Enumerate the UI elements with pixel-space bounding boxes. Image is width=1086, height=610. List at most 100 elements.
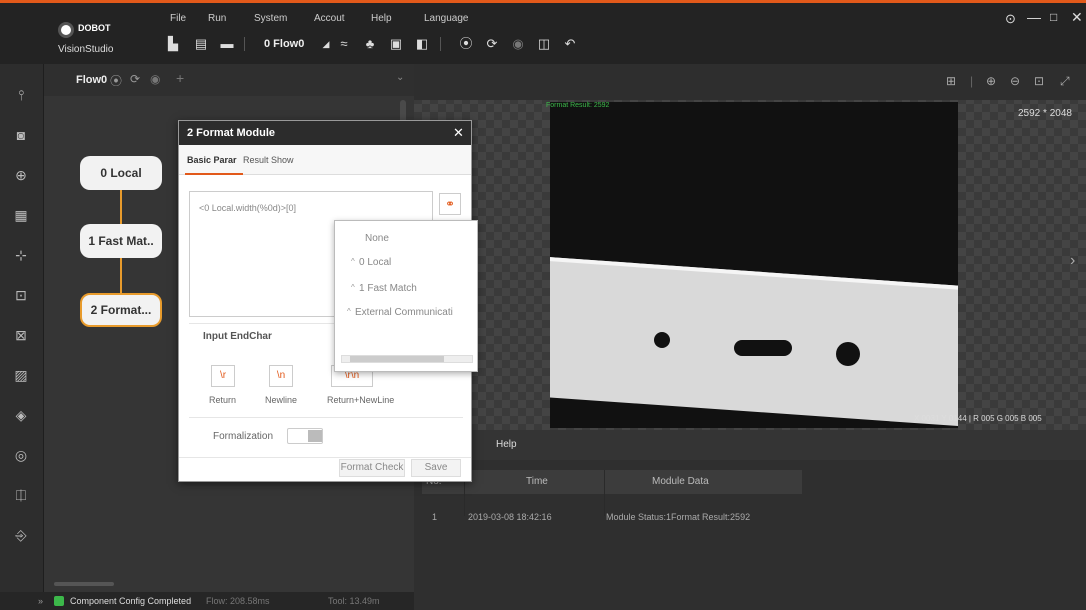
recognize-icon[interactable]: ⊡ (10, 284, 32, 306)
flow-node-fast-match[interactable]: 1 Fast Mat.. (80, 224, 162, 258)
return-button[interactable]: \r (211, 365, 235, 387)
communication-icon[interactable]: ♣ (362, 36, 378, 52)
dropdown-arrow-icon[interactable]: ◢ (318, 36, 334, 52)
tab-result-show[interactable]: Result Show (243, 155, 294, 165)
expand-caret-icon[interactable]: ^ (347, 307, 351, 316)
row-time: 2019-03-08 18:42:16 (468, 512, 552, 522)
title-bar: DOBOT VisionStudio File Run System Accou… (0, 0, 1086, 64)
tab-basic-param[interactable]: Basic Parar (187, 155, 237, 165)
frame-icon[interactable]: ◫ (536, 36, 552, 52)
run-loop-icon[interactable]: ⟳ (484, 36, 500, 52)
camera-manager-icon[interactable]: ▣ (388, 36, 404, 52)
format-check-button[interactable]: Format Check (339, 459, 405, 477)
close-icon[interactable]: ✕ (1071, 9, 1083, 26)
brand-name: DOBOT (78, 23, 111, 33)
flow-select[interactable]: 0 Flow0 (264, 38, 304, 50)
color-icon[interactable]: ◈ (10, 404, 32, 426)
undo-icon[interactable]: ↶ (562, 36, 578, 52)
image-size-label: 2592 * 2048 (1018, 108, 1072, 119)
zoom-out-icon[interactable]: ⊖ (1010, 74, 1020, 88)
stop-icon[interactable]: ◉ (510, 36, 526, 52)
menu-language[interactable]: Language (424, 13, 469, 24)
expand-caret-icon[interactable]: ^ (351, 257, 355, 266)
divider (189, 417, 463, 418)
row-module-data: Module Status:1Format Result:2592 (606, 512, 751, 522)
status-ok-icon (54, 596, 64, 606)
flow-node-format[interactable]: 2 Format... (80, 293, 162, 327)
add-flow-icon[interactable]: + (176, 70, 184, 86)
global-variable-icon[interactable]: ≈ (336, 36, 352, 52)
collect-icon[interactable]: ⫯ (10, 84, 32, 106)
next-image-icon[interactable]: › (1070, 252, 1075, 270)
settings-icon[interactable]: ⊙ (1005, 11, 1016, 27)
status-bar: » Component Config Completed Flow: 208.5… (0, 592, 414, 610)
fullscreen-icon[interactable]: ⤢ (1060, 74, 1070, 89)
tab-help[interactable]: Help (496, 439, 517, 450)
dropdown-item-none[interactable]: None (365, 233, 507, 244)
toggle-knob (308, 430, 322, 442)
link-icon[interactable]: ⚭ (439, 193, 461, 215)
run-once-icon[interactable]: ⦿ (458, 36, 474, 52)
deep-learning-icon[interactable]: ⊠ (10, 324, 32, 346)
fit-window-icon[interactable]: ⊞ (946, 74, 956, 88)
expand-caret-icon[interactable]: ^ (351, 283, 355, 292)
save-button[interactable]: Save (411, 459, 461, 477)
menu-account[interactable]: Accout (314, 13, 345, 24)
defect-icon[interactable]: ◎ (10, 444, 32, 466)
logic-icon[interactable]: ⎅ (10, 484, 32, 506)
controller-icon[interactable]: ◧ (414, 36, 430, 52)
menu-system[interactable]: System (254, 13, 287, 24)
pixel-info: X 0031 Y 0144 | R 005 G 005 B 005 (914, 414, 1042, 423)
dropdown-item-fast-match[interactable]: 1 Fast Match (359, 283, 501, 294)
maximize-icon[interactable]: □ (1050, 10, 1057, 24)
expand-icon[interactable]: » (38, 592, 43, 610)
image-processing-icon[interactable]: ▨ (10, 364, 32, 386)
overlay-result-text: Format Result: 2592 (546, 102, 610, 109)
stop-flow-icon[interactable]: ◉ (150, 72, 160, 86)
measure-icon[interactable]: ▦ (10, 204, 32, 226)
horizontal-scrollbar[interactable] (54, 582, 114, 586)
flow-tab[interactable]: Flow0 (76, 74, 107, 86)
locate-icon[interactable]: ⊕ (10, 164, 32, 186)
actual-size-icon[interactable]: ⊡ (1034, 74, 1044, 88)
communication-tool-icon[interactable]: ⎆ (10, 524, 32, 546)
format-text: <0 Local.width(%0d)>[0] (199, 203, 297, 213)
active-tab-indicator (185, 173, 243, 175)
flow-time: Flow: 208.58ms (206, 596, 270, 606)
column-header-module-data: Module Data (652, 476, 709, 487)
dropdown-hscrollbar[interactable] (341, 355, 473, 363)
flow-collapse-icon[interactable]: ⌄ (396, 72, 404, 83)
endchar-label: Input EndChar (203, 331, 272, 342)
part-hole (836, 342, 860, 366)
toolbar-divider: | (970, 74, 974, 88)
menu-file[interactable]: File (170, 13, 186, 24)
menu-help[interactable]: Help (371, 13, 392, 24)
camera-icon[interactable]: ◙ (10, 124, 32, 146)
dropdown-item-local[interactable]: 0 Local (359, 257, 501, 268)
tool-time: Tool: 13.49m (328, 596, 380, 606)
flow-node-local[interactable]: 0 Local (80, 156, 162, 190)
menu-run[interactable]: Run (208, 13, 226, 24)
loop-flow-icon[interactable]: ⟳ (130, 72, 140, 86)
dialog-close-icon[interactable]: ✕ (453, 125, 464, 141)
minimize-icon[interactable]: — (1027, 9, 1041, 25)
row-no: 1 (432, 512, 438, 522)
save-icon[interactable]: ▤ (193, 36, 209, 52)
open-folder-icon[interactable]: ▬ (219, 36, 235, 52)
flow-connector (120, 258, 122, 294)
dropdown-item-external-communication[interactable]: External Communicati (355, 307, 477, 318)
camera-image[interactable] (550, 102, 958, 428)
component-icon[interactable]: ▙ (165, 36, 181, 52)
flow-connector (120, 190, 122, 224)
tool-sidebar: ⫯ ◙ ⊕ ▦ ⊹ ⊡ ⊠ ▨ ◈ ◎ ⎅ ⎆ (0, 64, 44, 610)
return-newline-label: Return+NewLine (327, 395, 395, 405)
newline-button[interactable]: \n (269, 365, 293, 387)
image-view: ⊞ | ⊕ ⊖ ⊡ ⤢ Format Result: 2592 2592 * 2… (414, 64, 1086, 430)
zoom-in-icon[interactable]: ⊕ (986, 74, 996, 88)
run-flow-icon[interactable]: ⦿ (110, 72, 122, 89)
calibrate-icon[interactable]: ⊹ (10, 244, 32, 266)
dobot-logo-icon (58, 22, 74, 38)
toolbar-divider (244, 37, 245, 51)
scroll-thumb[interactable] (350, 356, 444, 362)
formalization-toggle[interactable] (287, 428, 323, 444)
